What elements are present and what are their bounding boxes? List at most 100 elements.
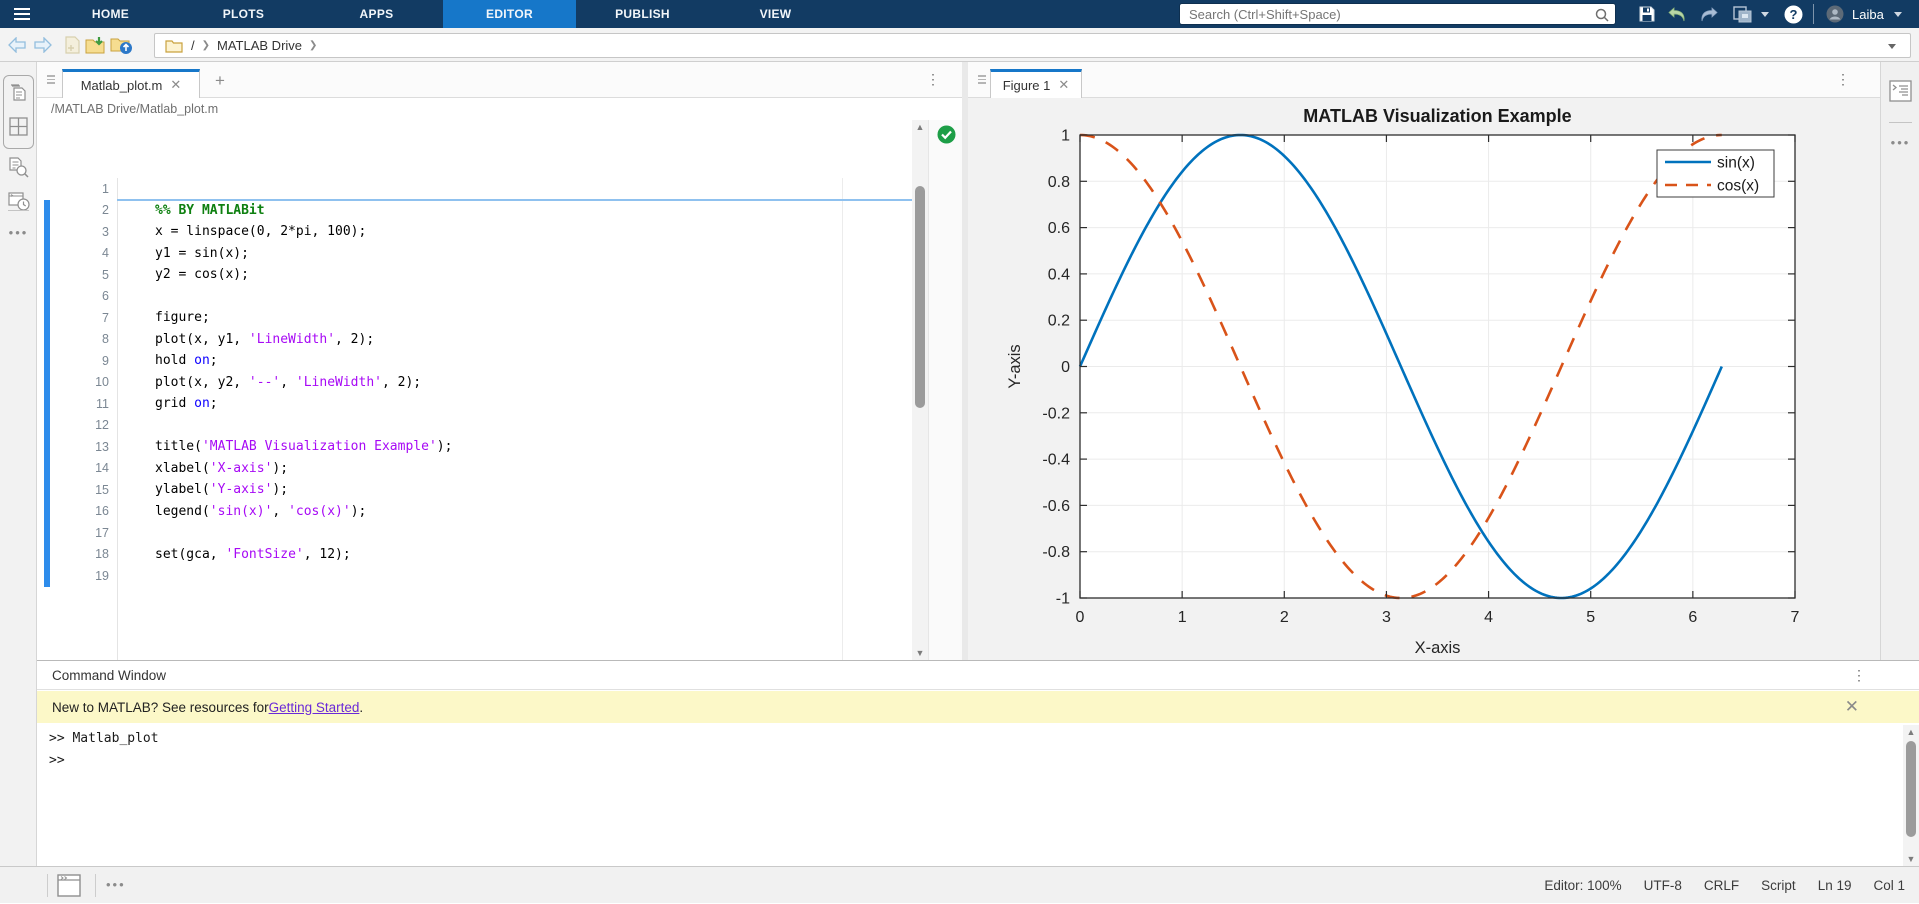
- editor-menu-kebab-icon[interactable]: ⋮: [926, 71, 940, 88]
- code-line[interactable]: 6: [37, 286, 912, 308]
- banner-suffix: .: [359, 699, 364, 715]
- code-line[interactable]: 2%% BY MATLABit: [37, 200, 912, 222]
- nav-tab-plots[interactable]: PLOTS: [177, 0, 310, 28]
- command-window-kebab-icon[interactable]: ⋮: [1852, 667, 1866, 684]
- new-script-icon-disabled[interactable]: [60, 33, 84, 57]
- search-input[interactable]: [1180, 4, 1615, 24]
- editor-scrollbar[interactable]: ▲ ▼: [912, 120, 928, 660]
- figure-tab[interactable]: Figure 1 ✕: [990, 69, 1082, 98]
- scroll-down-icon[interactable]: ▼: [1903, 852, 1919, 866]
- svg-text:0: 0: [1076, 609, 1085, 626]
- code-line[interactable]: 10 plot(x, y2, '--', 'LineWidth', 2);: [37, 372, 912, 394]
- panel-grip-icon[interactable]: [978, 75, 986, 86]
- new-tab-icon[interactable]: +: [215, 71, 225, 91]
- line-number: 18: [95, 547, 109, 562]
- search-icon[interactable]: [1595, 8, 1609, 22]
- banner-close-icon[interactable]: ✕: [1845, 697, 1859, 717]
- code-line[interactable]: 12: [37, 415, 912, 437]
- command-window-title: Command Window: [52, 667, 167, 683]
- scroll-up-icon[interactable]: ▲: [1903, 725, 1919, 739]
- code-line[interactable]: 17: [37, 522, 912, 544]
- line-number: 12: [95, 418, 109, 433]
- command-window-panel-icon[interactable]: [1888, 78, 1913, 103]
- open-file-icon[interactable]: [84, 33, 108, 57]
- nav-tab-apps[interactable]: APPS: [310, 0, 443, 28]
- display-windows-icon[interactable]: [1728, 0, 1758, 28]
- scroll-up-icon[interactable]: ▲: [912, 120, 928, 134]
- display-windows-caret-icon[interactable]: [1758, 0, 1772, 28]
- user-caret-icon: [1893, 11, 1902, 17]
- code-line[interactable]: 15 ylabel('Y-axis');: [37, 479, 912, 501]
- editor-file-path: /MATLAB Drive/Matlab_plot.m: [51, 102, 219, 116]
- code-line[interactable]: 5 y2 = cos(x);: [37, 264, 912, 286]
- line-number: 9: [102, 353, 109, 368]
- svg-text:sin(x): sin(x): [1717, 155, 1755, 172]
- svg-text:0.6: 0.6: [1048, 220, 1070, 237]
- status-item: Script: [1761, 878, 1796, 893]
- svg-text:-0.6: -0.6: [1042, 498, 1070, 515]
- svg-text:?: ?: [1789, 7, 1797, 22]
- statusbar-divider: [95, 874, 96, 897]
- code-line[interactable]: 18 set(gca, 'FontSize', 12);: [37, 544, 912, 566]
- code-line[interactable]: 8 plot(x, y1, 'LineWidth', 2);: [37, 329, 912, 351]
- user-menu[interactable]: Laiba: [1852, 0, 1902, 28]
- command-window-toggle-icon[interactable]: [57, 874, 81, 902]
- statusbar-more-icon[interactable]: •••: [106, 877, 126, 892]
- code-analyzer-ok-icon[interactable]: [937, 125, 956, 144]
- getting-started-banner: New to MATLAB? See resources for Getting…: [37, 691, 1919, 723]
- sidebar-more-icon[interactable]: •••: [6, 220, 31, 245]
- line-number: 13: [95, 439, 109, 454]
- nav-tab-home[interactable]: HOME: [44, 0, 177, 28]
- console-scroll-thumb[interactable]: [1906, 741, 1916, 837]
- code-line[interactable]: 14 xlabel('X-axis');: [37, 458, 912, 480]
- help-icon[interactable]: ?: [1779, 0, 1807, 28]
- svg-text:7: 7: [1791, 609, 1800, 626]
- undo-icon[interactable]: [1664, 0, 1690, 28]
- editor-tab-label: Matlab_plot.m: [80, 77, 163, 93]
- line-number: 16: [95, 504, 109, 519]
- code-line[interactable]: 7 figure;: [37, 307, 912, 329]
- figure-menu-kebab-icon[interactable]: ⋮: [1836, 71, 1850, 88]
- save-icon[interactable]: [1634, 0, 1660, 28]
- editor-tab-matlab-plot[interactable]: Matlab_plot.m ✕: [62, 69, 200, 98]
- hamburger-icon[interactable]: [0, 0, 44, 28]
- panels-layout-icon[interactable]: [6, 114, 31, 139]
- breadcrumb-folder[interactable]: MATLAB Drive: [217, 38, 302, 53]
- nav-tab-view[interactable]: VIEW: [709, 0, 842, 28]
- svg-text:1: 1: [1061, 128, 1070, 145]
- code-line[interactable]: 13 title('MATLAB Visualization Example');: [37, 436, 912, 458]
- code-line[interactable]: 16 legend('sin(x)', 'cos(x)');: [37, 501, 912, 523]
- svg-text:MATLAB Visualization Example: MATLAB Visualization Example: [1303, 106, 1571, 126]
- svg-text:6: 6: [1688, 609, 1697, 626]
- nav-tab-editor[interactable]: EDITOR: [443, 0, 576, 28]
- close-icon[interactable]: ✕: [1058, 77, 1069, 93]
- back-icon[interactable]: [6, 33, 30, 57]
- status-item: Ln 19: [1817, 878, 1852, 893]
- code-line[interactable]: 19: [37, 565, 912, 587]
- getting-started-link[interactable]: Getting Started: [269, 700, 360, 715]
- close-icon[interactable]: ✕: [170, 77, 181, 93]
- scroll-down-icon[interactable]: ▼: [912, 646, 928, 660]
- editor-panel: Matlab_plot.m ✕ + ⋮ /MATLAB Drive/Matlab…: [37, 62, 962, 660]
- find-files-icon[interactable]: [6, 155, 31, 180]
- redo-icon[interactable]: [1696, 0, 1722, 28]
- editor-scroll-thumb[interactable]: [915, 186, 925, 408]
- files-panel-icon[interactable]: [6, 80, 31, 105]
- code-editor[interactable]: 1 2%% BY MATLABit 3 x = linspace(0, 2*pi, 1…: [37, 120, 912, 660]
- nav-tab-publish[interactable]: PUBLISH: [576, 0, 709, 28]
- panel-grip-icon[interactable]: [47, 75, 55, 86]
- line-number: 5: [102, 267, 109, 282]
- code-line[interactable]: 11 grid on;: [37, 393, 912, 415]
- code-line[interactable]: 3x = linspace(0, 2*pi, 100);: [37, 221, 912, 243]
- right-strip-more-icon[interactable]: •••: [1888, 130, 1913, 155]
- forward-icon[interactable]: [30, 33, 54, 57]
- breadcrumb-caret-icon[interactable]: [1888, 44, 1896, 49]
- code-line[interactable]: 4 y1 = sin(x);: [37, 243, 912, 265]
- matlab-drive-upload-icon[interactable]: [109, 33, 133, 57]
- console-scrollbar[interactable]: ▲ ▼: [1903, 725, 1919, 866]
- user-avatar-icon[interactable]: [1822, 0, 1848, 28]
- code-line[interactable]: 9 hold on;: [37, 350, 912, 372]
- code-line[interactable]: 1: [37, 178, 912, 200]
- breadcrumb-root[interactable]: /: [191, 38, 195, 53]
- figure-canvas[interactable]: 0 1 2 3 4 5 6 7 -1 -0.8 -0.6 -0.4 -0.2 0 0.2 0.4 0.6 0.8 1…: [968, 98, 1880, 660]
